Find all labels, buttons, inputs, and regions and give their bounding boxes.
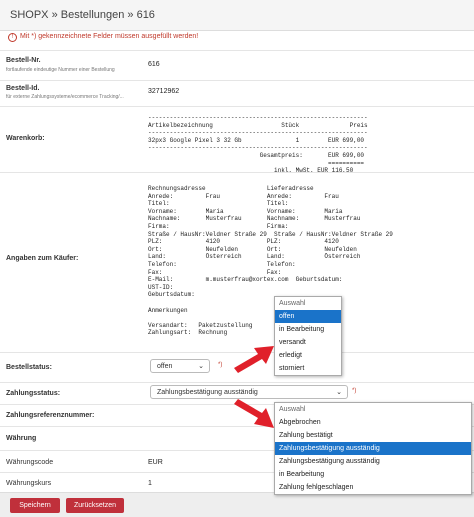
save-button[interactable]: Speichern: [10, 498, 60, 513]
bestell-nr-label: Bestell-Nr.: [6, 57, 41, 64]
status-option[interactable]: storniert: [275, 362, 341, 375]
bestell-id-value: 32712962: [148, 88, 180, 95]
required-marker: *): [352, 388, 357, 394]
required-marker: *): [218, 362, 223, 368]
zahlungsstatus-select[interactable]: Zahlungsbestätigung ausständig ⌄: [150, 385, 348, 399]
zahlungsstatus-label: Zahlungsstatus:: [6, 390, 61, 397]
payment-option[interactable]: Zahlungsbestätigung ausständig: [275, 442, 471, 455]
bestell-id-hint: für externe Zahlungssysteme/ecommerce Tr…: [6, 94, 124, 100]
arrow-annotation: [234, 399, 274, 428]
waehrungscode-value: EUR: [148, 459, 163, 466]
status-option[interactable]: in Bearbeitung: [275, 323, 341, 336]
top-header: SHOPX » Bestellungen » 616: [0, 0, 474, 31]
bestell-id-label: Bestell-Id.: [6, 85, 40, 92]
chevron-down-icon: ⌄: [336, 389, 342, 396]
waehrungskurs-label: Währungskurs: [6, 480, 52, 487]
bestell-nr-hint: fortlaufende eindeutige Nummer einer Bes…: [6, 67, 115, 73]
waehrungskurs-value: 1: [148, 480, 152, 487]
status-option[interactable]: erledigt: [275, 349, 341, 362]
arrow-annotation: [234, 346, 274, 373]
waehrungscode-label: Währungscode: [6, 459, 54, 466]
bestellstatus-select[interactable]: offen ⌄: [150, 359, 210, 373]
buyer-details: Rechnungsadresse Lieferadresse Anrede: F…: [148, 185, 393, 337]
warenkorb-label: Warenkorb:: [6, 135, 45, 142]
zahlungsstatus-value: Zahlungsbestätigung ausständig: [157, 389, 258, 396]
reset-button[interactable]: Zurücksetzen: [66, 498, 124, 513]
payment-option[interactable]: Zahlung fehlgeschlagen: [275, 481, 471, 494]
chevron-down-icon: ⌄: [198, 363, 204, 370]
bestell-nr-value: 616: [148, 61, 160, 68]
breadcrumb: SHOPX » Bestellungen » 616: [10, 9, 155, 21]
bestellstatus-dropdown: Auswahl offen in Bearbeitung versandt erled…: [274, 296, 342, 376]
alert-text: Mit *) gekennzeichnete Felder müssen aus…: [20, 33, 199, 40]
cart-summary: ----------------------------------------…: [148, 114, 368, 175]
status-option[interactable]: offen: [275, 310, 341, 323]
row-kaeufer: Angaben zum Käufer: Rechnungsadresse Lie…: [0, 172, 474, 353]
zahlungsstatus-dropdown: Auswahl Abgebrochen Zahlung bestätigt Zahl…: [274, 402, 472, 495]
payment-option[interactable]: Zahlung bestätigt: [275, 429, 471, 442]
row-bestell-nr: Bestell-Nr. fortlaufende eindeutige Numm…: [0, 50, 474, 81]
kaeufer-label: Angaben zum Käufer:: [6, 255, 79, 262]
bestellstatus-value: offen: [157, 363, 173, 370]
zahlungsreferenz-label: Zahlungsreferenznummer:: [6, 412, 95, 419]
row-bestell-id: Bestell-Id. für externe Zahlungssysteme/…: [0, 80, 474, 107]
footer-bar: Speichern Zurücksetzen: [0, 492, 474, 517]
payment-option[interactable]: Abgebrochen: [275, 416, 471, 429]
dropdown-header: Auswahl: [279, 406, 306, 413]
alert-icon: !: [8, 33, 17, 42]
row-warenkorb: Warenkorb: -----------------------------…: [0, 106, 474, 175]
waehrung-section-title: Währung: [6, 435, 37, 442]
dropdown-header: Auswahl: [279, 300, 306, 307]
required-fields-alert: ! Mit *) gekennzeichnete Felder müssen au…: [8, 33, 198, 42]
payment-option[interactable]: Zahlungsbestätigung ausständig: [275, 455, 471, 468]
status-option[interactable]: versandt: [275, 336, 341, 349]
payment-option[interactable]: in Bearbeitung: [275, 468, 471, 481]
bestellstatus-label: Bestellstatus:: [6, 364, 52, 371]
